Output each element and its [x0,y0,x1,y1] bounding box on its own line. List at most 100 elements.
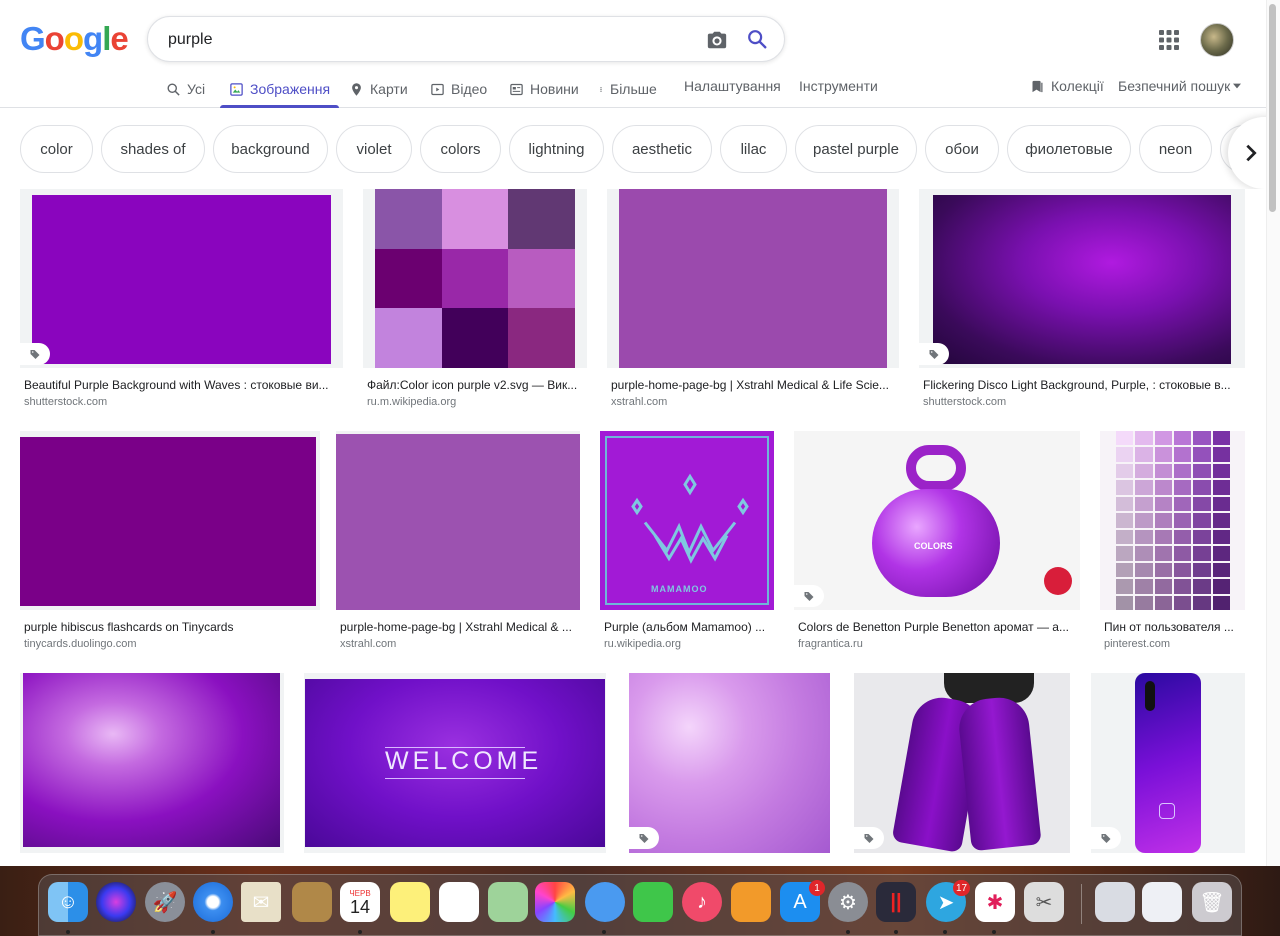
result-title[interactable]: purple-home-page-bg | Xstrahl Medical & … [340,620,578,634]
finder-icon[interactable]: ☺ [48,882,88,922]
chip[interactable]: обои [925,125,999,173]
search-box[interactable]: purple [147,16,785,62]
chevron-right-icon [1246,144,1257,162]
color-swatch [1154,546,1172,561]
settings-link[interactable]: Налаштування [684,70,781,102]
result-thumbnail[interactable] [336,431,580,610]
chip[interactable]: colors [420,125,501,173]
result-thumbnail[interactable]: COLORS [794,431,1080,610]
result-thumbnail[interactable]: WELCOME [304,673,606,853]
chip[interactable]: pastel purple [795,125,917,173]
result-title[interactable]: Beautiful Purple Background with Waves :… [24,378,342,392]
safe-search-dropdown[interactable]: Безпечний пошук [1118,70,1242,102]
safari-icon[interactable] [193,882,233,922]
result-thumbnail[interactable] [363,189,587,368]
result-thumbnail[interactable] [629,673,830,853]
image-result[interactable] [854,673,1070,866]
result-thumbnail[interactable] [607,189,899,368]
launchpad-icon[interactable]: 🚀 [145,882,185,922]
result-title[interactable]: Файл:Color icon purple v2.svg — Вик... [367,378,583,392]
result-thumbnail[interactable] [1091,673,1245,853]
collections-link[interactable]: Колекції [1030,70,1104,102]
result-thumbnail[interactable] [1100,431,1245,610]
chip[interactable]: lightning [509,125,604,173]
image-result[interactable] [20,673,284,866]
search-input[interactable]: purple [168,31,212,49]
xcode-tools-icon[interactable]: ✂ [1024,882,1064,922]
image-result[interactable]: Пин от пользователя ... pinterest.com [1100,431,1245,651]
reminders-icon[interactable] [439,882,479,922]
recent-document-icon[interactable] [1142,882,1182,922]
books-icon[interactable] [731,882,771,922]
tab-all[interactable]: Усі [166,70,205,108]
image-result[interactable]: MAMAMOO Purple (альбом Mamamoo) ... ru.w… [600,431,774,651]
color-swatch [1135,529,1153,545]
photos-icon[interactable] [535,882,575,922]
image-result[interactable]: Flickering Disco Light Background, Purpl… [919,189,1245,409]
chip[interactable]: lilac [720,125,787,173]
trash-icon[interactable]: 🗑 [1192,882,1232,922]
image-result[interactable] [629,673,830,866]
scrollbar-thumb[interactable] [1269,4,1276,212]
image-icon [230,82,243,96]
search-icon[interactable] [746,28,768,50]
result-title[interactable]: purple-home-page-bg | Xstrahl Medical & … [611,378,897,392]
image-result[interactable]: purple hibiscus flashcards on Tinycards … [20,431,320,651]
result-title[interactable]: Flickering Disco Light Background, Purpl… [923,378,1243,392]
color-swatch [1135,513,1153,528]
calendar-day: 14 [349,896,371,917]
image-result[interactable] [1091,673,1245,866]
chip[interactable]: background [213,125,328,173]
camera-icon[interactable] [706,29,728,51]
tab-video[interactable]: Відео [430,70,487,108]
system-preferences-icon[interactable]: ⚙ [828,882,868,922]
messages-icon[interactable] [585,882,625,922]
image-result[interactable]: purple-home-page-bg | Xstrahl Medical & … [607,189,899,409]
chip[interactable]: aesthetic [612,125,712,173]
parallels-icon[interactable]: || [876,882,916,922]
downloads-folder-icon[interactable] [1095,882,1135,922]
tab-maps[interactable]: Карти [349,70,408,108]
contacts-icon[interactable] [292,882,332,922]
result-thumbnail[interactable] [854,673,1070,853]
apps-grid-icon[interactable] [1157,28,1181,52]
result-thumbnail[interactable] [20,189,343,368]
result-title[interactable]: purple hibiscus flashcards on Tinycards [24,620,320,634]
google-logo[interactable]: Google [20,20,129,58]
color-swatch [1154,496,1172,512]
calendar-icon[interactable]: ЧЕРВ 14 [340,882,380,922]
color-swatch [1116,431,1134,446]
facetime-icon[interactable] [633,882,673,922]
image-result[interactable]: WELCOME [304,673,606,866]
chip[interactable]: violet [336,125,412,173]
color-swatch [1174,463,1192,479]
image-result[interactable]: Beautiful Purple Background with Waves :… [20,189,343,409]
result-title[interactable]: Пин от пользователя ... [1104,620,1244,634]
chip[interactable]: color [20,125,93,173]
result-title[interactable]: Colors de Benetton Purple Benetton арома… [798,620,1078,634]
maps-icon[interactable] [488,882,528,922]
music-icon[interactable]: ♪ [682,882,722,922]
image-result[interactable]: Файл:Color icon purple v2.svg — Вик... r… [363,189,587,409]
result-thumbnail[interactable]: MAMAMOO [600,431,774,610]
result-thumbnail[interactable] [20,431,320,610]
tab-news[interactable]: Новини [509,70,579,108]
mamamoo-text: MAMAMOO [651,584,708,594]
image-result[interactable]: COLORS Colors de Benetton Purple Benetto… [794,431,1080,651]
chip[interactable]: фиолетовые [1007,125,1131,173]
mail-stamp-icon[interactable]: ✉ [241,882,281,922]
result-title[interactable]: Purple (альбом Mamamoo) ... [604,620,772,634]
siri-icon[interactable] [96,882,136,922]
result-thumbnail[interactable] [20,673,284,853]
tools-link[interactable]: Інструменти [799,70,878,102]
result-thumbnail[interactable] [919,189,1245,368]
tab-more[interactable]: Більше [598,70,657,108]
notes-icon[interactable] [390,882,430,922]
image-result[interactable]: purple-home-page-bg | Xstrahl Medical & … [336,431,580,651]
chip[interactable]: shades of [101,125,205,173]
chip[interactable]: neon [1139,125,1212,173]
tab-images[interactable]: Зображення [220,70,340,108]
account-avatar[interactable] [1200,23,1234,57]
color-swatch [1135,562,1153,578]
slack-icon[interactable]: ✱ [975,882,1015,922]
